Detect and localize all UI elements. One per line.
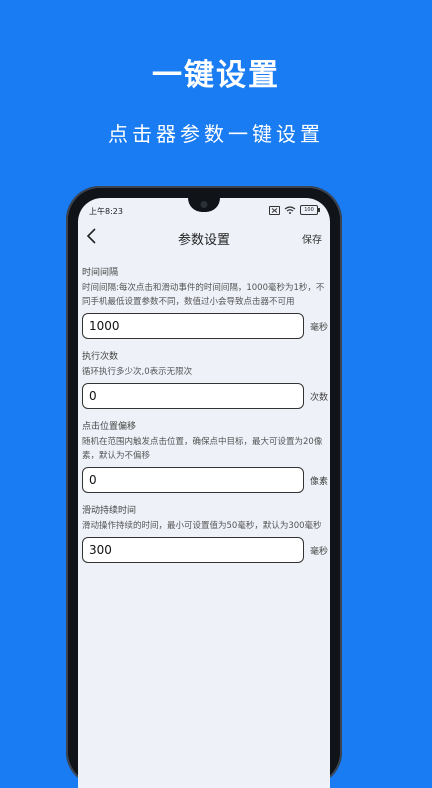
save-button[interactable]: 保存 (302, 231, 322, 246)
status-icons: 100 (269, 205, 320, 215)
battery-icon: 100 (300, 205, 320, 215)
sim-off-icon (269, 205, 280, 215)
status-time: 上午8:23 (89, 207, 123, 216)
battery-level: 100 (304, 207, 314, 213)
promo-title: 一键设置 (152, 58, 280, 93)
camera-icon (200, 201, 208, 208)
setting-title: 滑动持续时间 (82, 506, 137, 516)
unit-label: 毫秒 (310, 546, 329, 557)
setting-click-offset: 点击位置偏移 随机在范围内触发点击位置，确保点中目标，最大可设置为20像素，默认… (82, 419, 330, 493)
setting-title: 点击位置偏移 (82, 422, 137, 432)
wifi-icon (284, 206, 296, 214)
setting-description: 随机在范围内触发点击位置，确保点中目标，最大可设置为20像素，默认为不偏移 (82, 437, 323, 461)
phone-frame: 上午8:23 100 参数设置 保存 时间间隔 时间间隔:每次点击和滑动事件的时… (66, 186, 342, 788)
unit-label: 像素 (310, 476, 329, 487)
setting-description: 循环执行多少次,0表示无限次 (82, 367, 193, 377)
setting-interval: 时间间隔 时间间隔:每次点击和滑动事件的时间间隔，1000毫秒为1秒，不同手机最… (82, 265, 330, 339)
setting-repeat-count: 执行次数 循环执行多少次,0表示无限次 次数 (82, 349, 330, 409)
promo-subtitle: 点击器参数一键设置 (108, 122, 324, 146)
unit-label: 毫秒 (310, 322, 329, 333)
unit-label: 次数 (310, 392, 329, 403)
page-title: 参数设置 (177, 233, 230, 248)
interval-input[interactable] (82, 313, 304, 339)
setting-title: 执行次数 (82, 352, 119, 362)
click-offset-input[interactable] (82, 467, 304, 493)
phone-screen: 上午8:23 100 参数设置 保存 时间间隔 时间间隔:每次点击和滑动事件的时… (78, 198, 330, 788)
setting-description: 时间间隔:每次点击和滑动事件的时间间隔，1000毫秒为1秒，不同手机最低设置参数… (82, 283, 325, 307)
settings-form: 时间间隔 时间间隔:每次点击和滑动事件的时间间隔，1000毫秒为1秒，不同手机最… (82, 250, 330, 563)
setting-title: 时间间隔 (82, 268, 119, 278)
nav-bar: 参数设置 保存 (78, 222, 330, 250)
repeat-count-input[interactable] (82, 383, 304, 409)
setting-description: 滑动操作持续的时间，最小可设置值为50毫秒，默认为300毫秒 (82, 521, 322, 531)
swipe-duration-input[interactable] (82, 537, 304, 563)
setting-swipe-duration: 滑动持续时间 滑动操作持续的时间，最小可设置值为50毫秒，默认为300毫秒 毫秒 (82, 503, 330, 563)
